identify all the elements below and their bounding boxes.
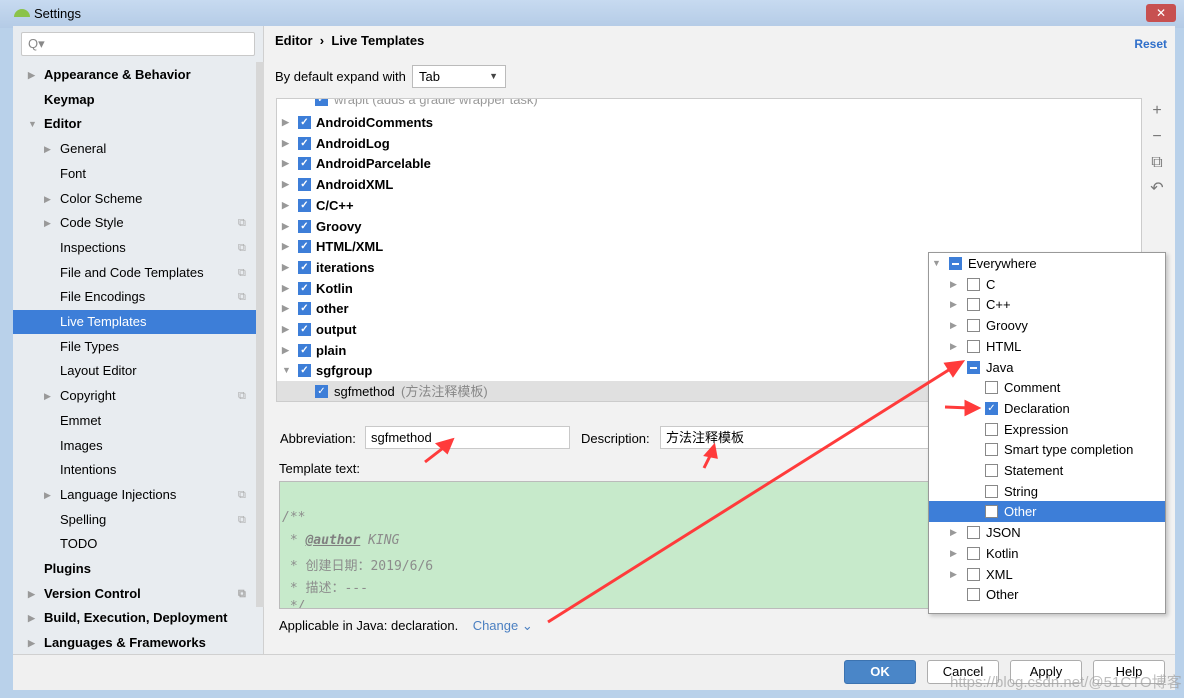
annotation-arrowhead (703, 442, 718, 459)
annotation-arrow (547, 364, 956, 624)
annotation-overlay (424, 360, 982, 624)
annotation-arrowhead (964, 399, 982, 417)
annotation-arrowhead (943, 360, 966, 378)
